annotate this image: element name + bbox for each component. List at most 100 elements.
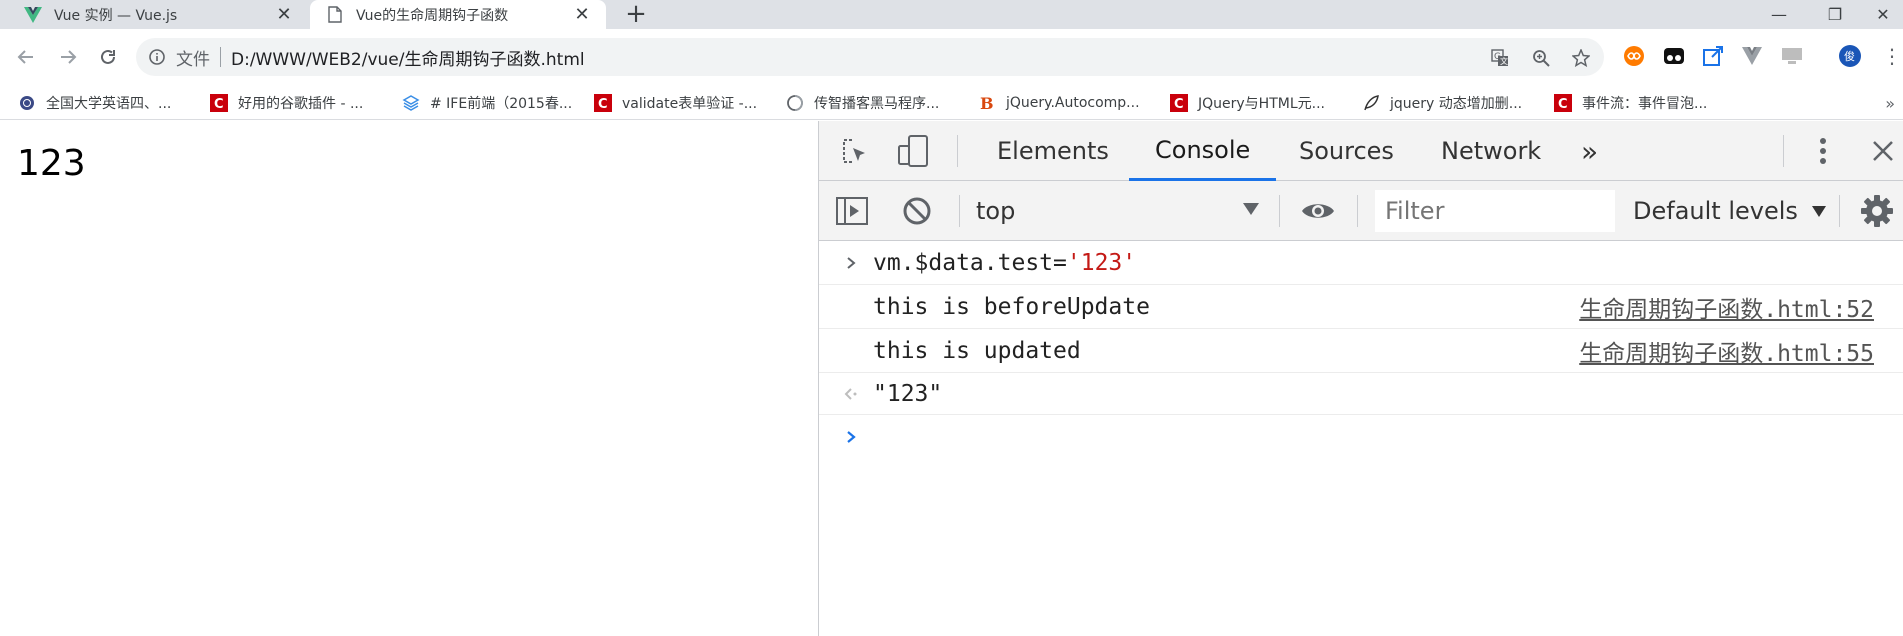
page-content: 123 — [0, 121, 818, 636]
address-bar[interactable]: 文件 D:/WWW/WEB2/vue/生命周期钩子函数.html — [136, 38, 1604, 76]
minimize-button[interactable]: — — [1751, 0, 1807, 29]
divider — [1839, 195, 1840, 227]
layers-icon — [402, 94, 420, 112]
bookmark-item[interactable]: B jQuery.Autocomp... — [978, 92, 1140, 114]
leaf-icon — [1362, 94, 1380, 112]
translate-icon[interactable]: G文 — [1490, 48, 1510, 68]
devtools-menu-icon[interactable] — [1813, 135, 1833, 167]
bookmarks-overflow-icon[interactable]: » — [1885, 94, 1895, 113]
divider — [220, 47, 221, 67]
browser-toolbar: 文件 D:/WWW/WEB2/vue/生命周期钩子函数.html G文 俊 ⋮ — [0, 29, 1903, 86]
extension-share-icon[interactable] — [1701, 44, 1725, 68]
filter-input[interactable] — [1375, 190, 1615, 232]
prompt-chevron-icon — [843, 430, 859, 444]
console-input-row: vm.$data.test='123' — [819, 241, 1903, 285]
bookmark-item[interactable]: C validate表单验证 -... — [594, 92, 757, 114]
console-result-row: "123" — [819, 373, 1903, 415]
device-toolbar-icon[interactable] — [897, 133, 929, 169]
svg-text:C: C — [1558, 97, 1568, 112]
bookmark-item[interactable]: C 事件流：事件冒泡... — [1554, 92, 1707, 114]
csdn-icon: C — [594, 94, 612, 112]
document-icon — [326, 6, 344, 24]
log-source-link[interactable]: 生命周期钩子函数.html:55 — [1579, 334, 1874, 368]
csdn-icon: C — [1554, 94, 1572, 112]
tab-elements[interactable]: Elements — [971, 121, 1135, 181]
bookmark-item[interactable]: 全国大学英语四、... — [18, 92, 171, 114]
console-output[interactable]: vm.$data.test='123' this is beforeUpdate… — [819, 241, 1903, 636]
tab-console[interactable]: Console — [1129, 121, 1277, 181]
profile-avatar[interactable]: 俊 — [1838, 44, 1862, 68]
url-text[interactable]: D:/WWW/WEB2/vue/生命周期钩子函数.html — [231, 45, 585, 70]
bookmark-label: JQuery与HTML元... — [1198, 96, 1325, 112]
extension-vue-devtools-icon[interactable] — [1740, 44, 1764, 68]
bookmark-item[interactable]: 传智播客黑马程序... — [786, 92, 939, 114]
divider — [959, 195, 960, 227]
reload-icon[interactable] — [94, 43, 122, 71]
tab-strip: Vue 实例 — Vue.js ✕ Vue的生命周期钩子函数 ✕ + — ❐ ✕ — [0, 0, 1903, 29]
log-message: this is updated — [873, 337, 1081, 364]
log-message: this is beforeUpdate — [873, 293, 1150, 320]
tab-network[interactable]: Network — [1415, 121, 1567, 181]
console-settings-gear-icon[interactable] — [1859, 193, 1895, 229]
svg-text:C: C — [214, 97, 224, 112]
extension-screen-icon[interactable] — [1780, 44, 1804, 68]
tab-sources[interactable]: Sources — [1273, 121, 1420, 181]
tab-vue-instance[interactable]: Vue 实例 — Vue.js ✕ — [0, 0, 308, 29]
extension-infinity-icon[interactable] — [1622, 44, 1646, 68]
tab-title: Vue 实例 — Vue.js — [54, 7, 178, 24]
zoom-icon[interactable] — [1531, 48, 1551, 68]
close-devtools-icon[interactable] — [1869, 137, 1897, 165]
log-levels-dropdown[interactable]: Default levels — [1633, 195, 1826, 227]
console-log-row: this is updated 生命周期钩子函数.html:55 — [819, 329, 1903, 373]
tab-lifecycle[interactable]: Vue的生命周期钩子函数 ✕ — [310, 0, 606, 29]
sidebar-toggle-icon[interactable] — [835, 195, 869, 227]
console-prompt-row[interactable] — [819, 415, 1903, 459]
context-selector[interactable]: top — [976, 195, 1271, 227]
back-icon[interactable] — [12, 43, 40, 71]
menu-kebab-icon[interactable]: ⋮ — [1880, 44, 1903, 68]
info-icon[interactable] — [148, 48, 166, 66]
bookmark-label: jquery 动态增加删... — [1390, 96, 1523, 112]
log-source-link[interactable]: 生命周期钩子函数.html:52 — [1579, 290, 1874, 324]
bookmark-item[interactable]: C 好用的谷歌插件 - ... — [210, 92, 363, 114]
circle-icon — [786, 94, 804, 112]
divider — [1279, 195, 1280, 227]
globe-icon — [18, 94, 36, 112]
bookmark-item[interactable]: # IFE前端（2015春... — [402, 92, 572, 114]
dropdown-caret-icon — [1811, 205, 1826, 217]
bookmark-label: 好用的谷歌插件 - ... — [238, 96, 364, 112]
restore-button[interactable]: ❐ — [1807, 0, 1863, 29]
bookmark-item[interactable]: jquery 动态增加删... — [1362, 92, 1522, 114]
bookmark-label: 传智播客黑马程序... — [814, 96, 940, 112]
clear-console-icon[interactable] — [901, 195, 933, 227]
inspect-element-icon[interactable] — [839, 135, 871, 167]
bookmark-label: # IFE前端（2015春... — [430, 96, 573, 112]
svg-text:文: 文 — [1500, 56, 1508, 66]
dropdown-caret-icon — [1243, 203, 1259, 215]
input-string-value: '123' — [1066, 249, 1137, 276]
star-icon[interactable] — [1571, 48, 1591, 68]
divider — [1357, 195, 1358, 227]
scheme-label: 文件 — [176, 49, 210, 70]
extension-tampermonkey-icon[interactable] — [1662, 44, 1686, 68]
close-tab-icon[interactable]: ✕ — [570, 3, 594, 27]
close-tab-icon[interactable]: ✕ — [272, 3, 296, 27]
svg-text:俊: 俊 — [1844, 49, 1855, 63]
csdn-icon: C — [210, 94, 228, 112]
svg-text:C: C — [1174, 97, 1184, 112]
more-tabs-icon[interactable]: » — [1571, 121, 1608, 181]
live-expression-eye-icon[interactable] — [1297, 195, 1339, 227]
input-prompt-chevron-icon — [843, 256, 859, 270]
vue-logo-icon — [24, 6, 42, 24]
svg-text:C: C — [598, 97, 608, 112]
bookmark-item[interactable]: C JQuery与HTML元... — [1170, 92, 1325, 114]
bookmarks-bar: 全国大学英语四、... C 好用的谷歌插件 - ... # IFE前端（2015… — [0, 86, 1903, 120]
new-tab-button[interactable]: + — [622, 1, 650, 29]
forward-icon[interactable] — [54, 43, 82, 71]
bookmark-label: 事件流：事件冒泡... — [1582, 96, 1708, 112]
page-text: 123 — [17, 143, 86, 184]
input-expression: vm.$data.test= — [873, 249, 1067, 276]
context-label: top — [976, 197, 1016, 225]
close-window-button[interactable]: ✕ — [1863, 0, 1903, 29]
devtools-tabbar: Elements Console Sources Network » — [819, 121, 1903, 181]
